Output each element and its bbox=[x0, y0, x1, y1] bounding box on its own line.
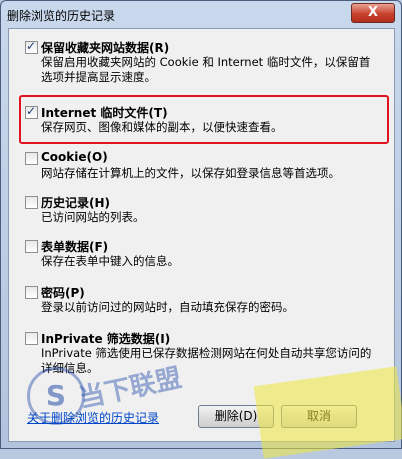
form-data-description: 保存在表单中键入的信息。 bbox=[41, 254, 179, 268]
inprivate-label[interactable]: InPrivate 筛选数据(I) bbox=[41, 330, 170, 347]
preserve-favorites-label[interactable]: 保留收藏夹网站数据(R) bbox=[41, 39, 169, 56]
cookie-label[interactable]: Cookie(O) bbox=[41, 150, 108, 164]
help-link[interactable]: 关于删除浏览的历史记录 bbox=[27, 409, 159, 426]
passwords-label[interactable]: 密码(P) bbox=[41, 284, 85, 301]
preserve-favorites-description: 保留启用收藏夹网站的 Cookie 和 Internet 临时文件，以保留首选项… bbox=[41, 55, 371, 84]
temp-files-label[interactable]: Internet 临时文件(T) bbox=[41, 104, 168, 121]
temp-files-description: 保存网页、图像和媒体的副本，以便快速查看。 bbox=[41, 120, 283, 134]
temp-files-checkbox[interactable] bbox=[25, 104, 38, 119]
preserve-favorites-checkbox[interactable] bbox=[25, 39, 38, 54]
cookie-description: 网站存储在计算机上的文件，以保存如登录信息等首选项。 bbox=[41, 166, 340, 180]
passwords-checkbox[interactable] bbox=[25, 286, 38, 299]
inprivate-description: InPrivate 筛选使用已保存数据检测网站在何处自动共享您访问的详细信息。 bbox=[41, 346, 372, 375]
form-data-checkbox[interactable] bbox=[25, 240, 38, 253]
cookie-checkbox[interactable] bbox=[25, 152, 38, 165]
form-data-label[interactable]: 表单数据(F) bbox=[41, 238, 108, 255]
inprivate-checkbox[interactable] bbox=[25, 332, 38, 345]
passwords-description: 登录以前访问过的网站时，自动填充保存的密码。 bbox=[41, 300, 294, 314]
title-bar[interactable]: 删除浏览的历史记录 X bbox=[1, 1, 401, 27]
history-label[interactable]: 历史记录(H) bbox=[41, 194, 110, 211]
window-title: 删除浏览的历史记录 bbox=[7, 9, 116, 23]
close-button[interactable]: X bbox=[351, 3, 395, 23]
history-description: 已访问网站的列表。 bbox=[41, 210, 145, 224]
history-checkbox[interactable] bbox=[25, 196, 38, 209]
